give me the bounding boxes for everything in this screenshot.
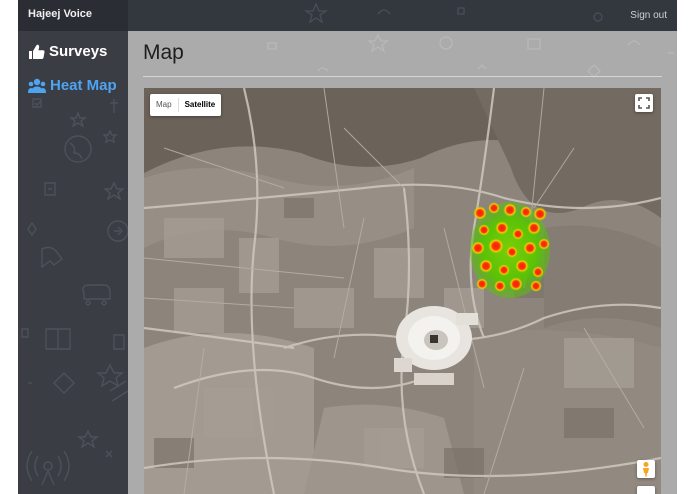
sidebar-item-label: Surveys <box>49 43 108 60</box>
fullscreen-icon <box>638 97 650 109</box>
sidebar-item-surveys[interactable]: Surveys <box>28 43 107 60</box>
title-divider <box>143 76 662 77</box>
topbar-pattern <box>303 2 603 24</box>
sidebar: Surveys Heat Map <box>18 31 128 494</box>
street-view-button[interactable] <box>637 460 655 478</box>
heat-map-view[interactable]: Map Satellite <box>144 88 661 494</box>
map-type-satellite-button[interactable]: Satellite <box>179 94 222 116</box>
top-navbar: Hajeej Voice Sign out <box>18 0 677 31</box>
window-margin-right <box>677 0 695 494</box>
page-title: Map <box>143 41 184 64</box>
pegman-icon <box>643 462 649 477</box>
brand-name[interactable]: Hajeej Voice <box>28 8 92 20</box>
fullscreen-button[interactable] <box>635 94 653 112</box>
satellite-imagery <box>144 88 661 494</box>
sidebar-item-heat-map[interactable]: Heat Map <box>28 77 117 94</box>
zoom-control[interactable] <box>637 486 655 494</box>
people-group-icon <box>28 78 46 93</box>
map-type-control: Map Satellite <box>150 94 222 116</box>
sign-out-link[interactable]: Sign out <box>630 10 667 21</box>
main-content: Map Map Satellite <box>128 31 677 494</box>
sidebar-pattern <box>21 98 128 486</box>
thumbs-up-icon <box>29 44 45 59</box>
window-margin-left <box>0 0 18 494</box>
brand-block: Hajeej Voice <box>18 0 128 31</box>
sidebar-item-label: Heat Map <box>50 77 117 94</box>
map-type-map-button[interactable]: Map <box>150 94 178 116</box>
